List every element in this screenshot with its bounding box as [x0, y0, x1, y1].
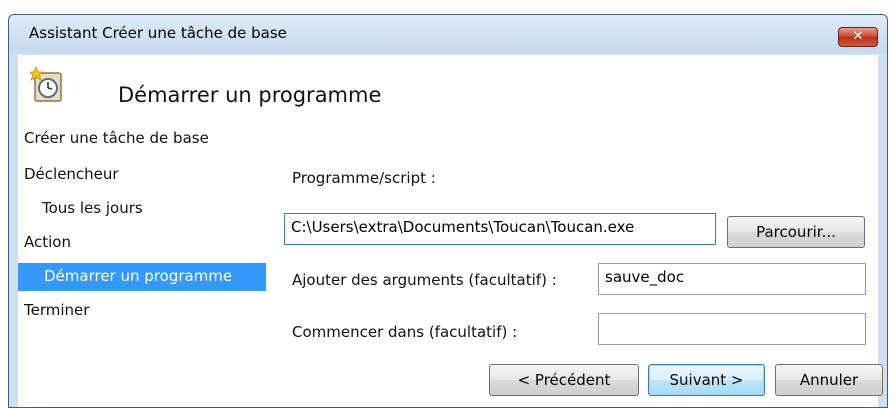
arguments-label: Ajouter des arguments (facultatif) : [292, 271, 557, 289]
sidebar-item-tous-les-jours[interactable]: Tous les jours [42, 199, 143, 217]
sidebar-item-terminer[interactable]: Terminer [24, 301, 89, 319]
sidebar-heading: Créer une tâche de base [24, 129, 209, 147]
next-button-label: Suivant > [669, 371, 744, 389]
next-button[interactable]: Suivant > [648, 364, 765, 396]
close-button[interactable]: ✕ [838, 27, 878, 47]
sidebar-item-action[interactable]: Action [24, 233, 71, 251]
wizard-header: Démarrer un programme [18, 55, 878, 123]
program-script-value: C:\Users\extra\Documents\Toucan\Toucan.e… [291, 218, 635, 236]
sidebar-item-label: Démarrer un programme [44, 267, 233, 285]
start-in-input[interactable] [598, 313, 866, 345]
page-title: Démarrer un programme [118, 83, 382, 107]
previous-button-label: < Précédent [517, 371, 611, 389]
sidebar-item-demarrer-un-programme[interactable]: Démarrer un programme [18, 263, 266, 291]
start-in-label: Commencer dans (facultatif) : [292, 323, 518, 341]
arguments-value: sauve_doc [605, 268, 685, 286]
scheduled-task-clock-icon [30, 67, 62, 102]
program-script-label: Programme/script : [292, 169, 436, 187]
wizard-client-area: Démarrer un programme Créer une tâche de… [18, 55, 883, 407]
cancel-button[interactable]: Annuler [775, 364, 883, 396]
browse-button-label: Parcourir... [756, 223, 836, 241]
program-script-input[interactable]: C:\Users\extra\Documents\Toucan\Toucan.e… [284, 213, 716, 245]
arguments-input[interactable]: sauve_doc [598, 263, 866, 295]
title-bar[interactable]: Assistant Créer une tâche de base ✕ [9, 15, 887, 53]
wizard-window: Assistant Créer une tâche de base ✕ Déma… [8, 14, 888, 408]
window-title: Assistant Créer une tâche de base [29, 24, 287, 42]
close-icon: ✕ [852, 29, 864, 44]
sidebar-item-declencheur[interactable]: Déclencheur [24, 165, 119, 183]
previous-button[interactable]: < Précédent [489, 364, 639, 396]
browse-button[interactable]: Parcourir... [727, 216, 865, 248]
cancel-button-label: Annuler [799, 371, 859, 389]
